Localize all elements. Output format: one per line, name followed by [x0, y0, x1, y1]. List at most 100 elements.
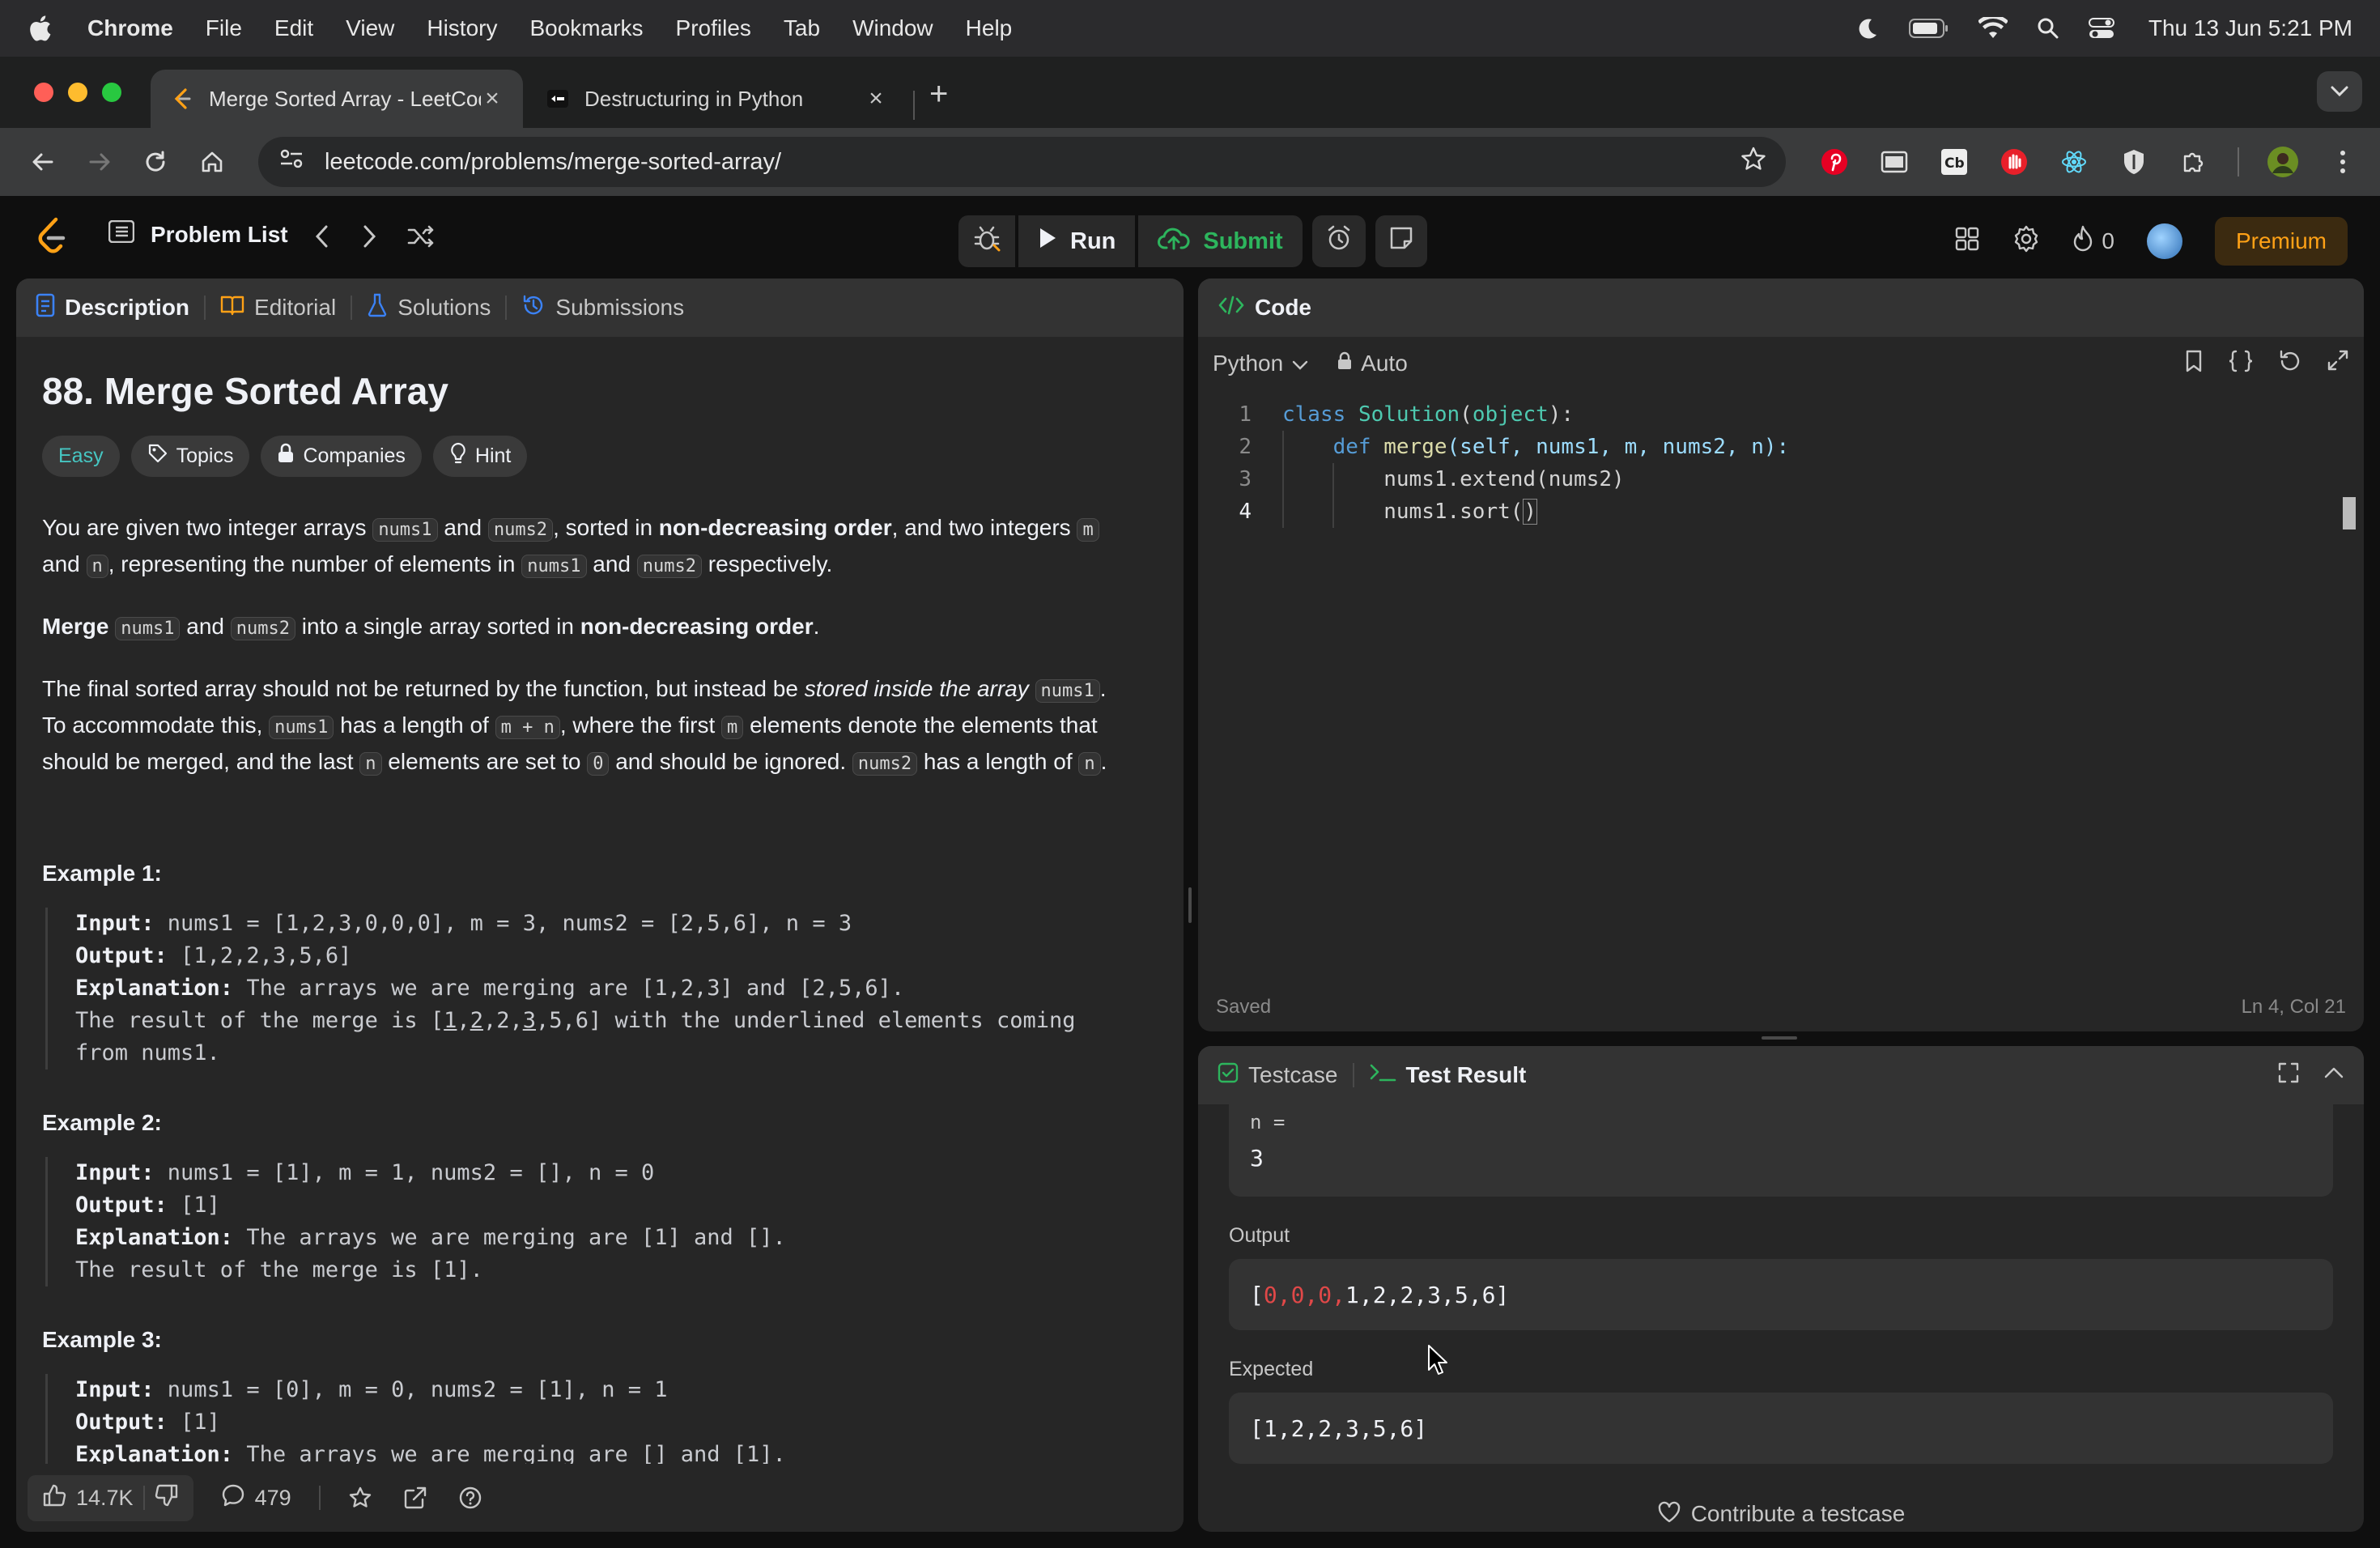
bold-text: non-decreasing order	[658, 515, 892, 540]
minimize-window-button[interactable]	[68, 83, 87, 102]
contribute-testcase-button[interactable]: Contribute a testcase	[1198, 1496, 2364, 1532]
chrome-menu-icon[interactable]	[2327, 146, 2359, 178]
favorite-star-icon[interactable]	[334, 1478, 387, 1518]
companies-tag[interactable]: Companies	[261, 436, 422, 477]
submit-button[interactable]: Submit	[1138, 215, 1303, 267]
close-tab-icon[interactable]: ×	[481, 85, 504, 113]
fullscreen-icon[interactable]	[2278, 1062, 2299, 1089]
moon-icon[interactable]	[1855, 16, 1880, 40]
streak-counter[interactable]: 0	[2072, 225, 2114, 258]
menu-profiles[interactable]: Profiles	[676, 15, 751, 41]
tab-description[interactable]: Description	[36, 293, 189, 323]
menubar-clock[interactable]: Thu 13 Jun 5:21 PM	[2148, 15, 2352, 41]
shuffle-icon[interactable]	[406, 222, 436, 257]
topics-tag[interactable]: Topics	[130, 436, 250, 477]
prev-problem-icon[interactable]	[312, 222, 332, 257]
comments-button[interactable]: 479	[206, 1475, 306, 1521]
control-center-icon[interactable]	[2088, 17, 2114, 40]
thumbs-down-icon[interactable]	[155, 1483, 179, 1513]
next-problem-icon[interactable]	[359, 222, 379, 257]
leetcode-logo-icon[interactable]	[36, 217, 68, 262]
menu-help[interactable]: Help	[966, 15, 1013, 41]
tab-solutions[interactable]: Solutions	[367, 293, 491, 323]
browser-tab-leetcode[interactable]: Merge Sorted Array - LeetCode ×	[151, 70, 523, 128]
notes-button[interactable]	[1375, 215, 1427, 267]
format-code-icon[interactable]	[2228, 349, 2254, 379]
menu-window[interactable]: Window	[852, 15, 933, 41]
browser-tab-destructuring[interactable]: Destructuring in Python ×	[526, 70, 907, 128]
hint-tag[interactable]: Hint	[432, 436, 528, 477]
scrollbar-marker[interactable]	[2343, 497, 2356, 529]
text: You are given two integer arrays	[42, 515, 373, 540]
text: and	[180, 614, 231, 639]
function-name: merge	[1383, 435, 1447, 459]
run-button[interactable]: Run	[1018, 215, 1136, 267]
apple-icon[interactable]	[28, 15, 57, 42]
label: Input:	[75, 1160, 155, 1185]
chevron-up-icon[interactable]	[2323, 1062, 2344, 1089]
problem-list-button[interactable]: Problem List	[108, 219, 288, 249]
zoom-window-button[interactable]	[102, 83, 121, 102]
statement: nums1.sort(	[1383, 500, 1524, 524]
debugger-button[interactable]	[958, 215, 1015, 267]
spotlight-search-icon[interactable]	[2037, 17, 2059, 40]
url-text[interactable]: leetcode.com/problems/merge-sorted-array…	[325, 149, 1740, 176]
tab-editorial[interactable]: Editorial	[220, 295, 336, 321]
menu-file[interactable]: File	[206, 15, 242, 41]
menu-view[interactable]: View	[346, 15, 394, 41]
back-arrow-icon[interactable]	[21, 140, 65, 184]
cb-extension-icon[interactable]: Cb	[1938, 146, 1970, 178]
tab-testcase[interactable]: Testcase	[1218, 1062, 1338, 1089]
output-rest: 1,2,2,3,5,6]	[1345, 1281, 1510, 1308]
help-circle-icon[interactable]	[444, 1478, 497, 1518]
premium-button[interactable]: Premium	[2214, 217, 2348, 266]
language-select[interactable]: Python	[1213, 351, 1309, 376]
reset-code-icon[interactable]	[2278, 349, 2302, 379]
value: nums1 = [1,2,3,0,0,0], m = 3, nums2 = [2…	[154, 911, 852, 936]
close-tab-icon[interactable]: ×	[865, 85, 887, 113]
reload-icon[interactable]	[134, 140, 177, 184]
menu-app-name[interactable]: Chrome	[87, 15, 173, 41]
text: , sorted in	[553, 515, 659, 540]
wifi-icon[interactable]	[1978, 17, 2008, 40]
react-devtools-icon[interactable]	[2058, 146, 2090, 178]
tab-code[interactable]: Code	[1218, 295, 1311, 321]
extensions-puzzle-icon[interactable]	[2178, 146, 2210, 178]
user-avatar[interactable]	[2146, 223, 2182, 259]
profile-avatar[interactable]	[2267, 146, 2299, 178]
thumbs-up-icon[interactable]	[42, 1483, 66, 1513]
bookmark-star-icon[interactable]	[1740, 146, 1766, 178]
tab-submissions[interactable]: Submissions	[521, 293, 684, 323]
problem-title[interactable]: 88. Merge Sorted Array	[42, 369, 1158, 413]
close-window-button[interactable]	[34, 83, 53, 102]
bookmark-icon[interactable]	[2184, 349, 2204, 379]
menu-edit[interactable]: Edit	[274, 15, 313, 41]
hand-extension-icon[interactable]	[1998, 146, 2030, 178]
address-bar[interactable]: leetcode.com/problems/merge-sorted-array…	[257, 137, 1786, 187]
panel-resize-handle[interactable]	[1188, 887, 1192, 923]
picture-in-picture-icon[interactable]	[1878, 146, 1910, 178]
site-settings-icon[interactable]	[278, 147, 305, 177]
divider	[318, 1486, 321, 1510]
battery-icon[interactable]	[1908, 18, 1949, 39]
expand-icon[interactable]	[2327, 349, 2349, 379]
forward-arrow-icon[interactable]	[78, 140, 121, 184]
tab-test-result[interactable]: Test Result	[1369, 1062, 1526, 1089]
code-area[interactable]: 1 class Solution(object): 2 def merge(se…	[1198, 398, 2364, 528]
shield-extension-icon[interactable]	[2118, 146, 2150, 178]
panel-resize-handle[interactable]	[1762, 1036, 1797, 1040]
menu-history[interactable]: History	[427, 15, 497, 41]
timer-button[interactable]	[1311, 215, 1366, 267]
layout-grid-icon[interactable]	[1954, 226, 1980, 257]
home-icon[interactable]	[190, 140, 234, 184]
new-tab-icon[interactable]: +	[929, 76, 948, 113]
chevron-down-icon	[2331, 86, 2348, 97]
tab-search-button[interactable]	[2317, 71, 2362, 112]
menu-bookmarks[interactable]: Bookmarks	[529, 15, 643, 41]
auto-mode-toggle[interactable]: Auto	[1337, 351, 1408, 376]
pinterest-icon[interactable]	[1818, 146, 1851, 178]
share-icon[interactable]	[400, 1478, 431, 1518]
menu-tab[interactable]: Tab	[784, 15, 820, 41]
settings-gear-icon[interactable]	[2012, 225, 2040, 258]
tab-code-label: Code	[1255, 295, 1311, 320]
